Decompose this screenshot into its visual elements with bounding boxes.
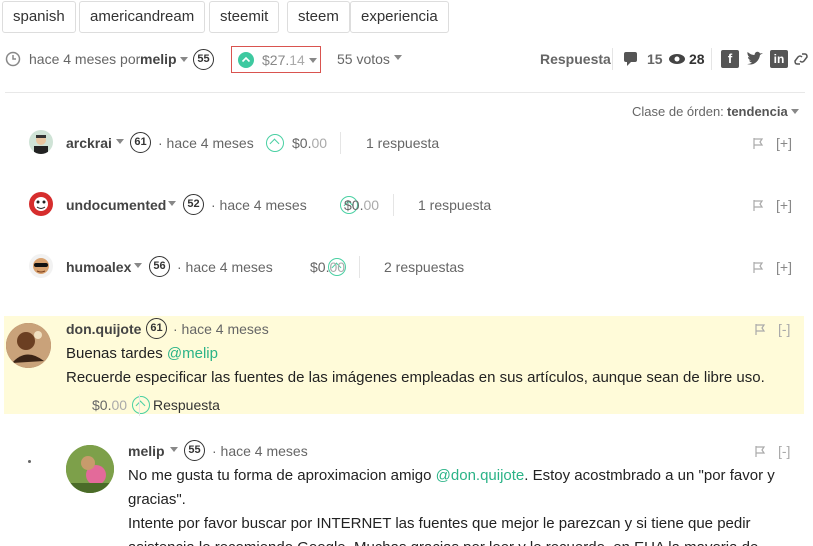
flag-icon[interactable] — [752, 199, 764, 211]
meta-divider-2 — [711, 48, 712, 70]
post-votes[interactable]: 55 votos — [337, 51, 390, 67]
comment-payout: $0.00 — [292, 135, 328, 151]
comment-divider — [359, 256, 360, 278]
votes-dropdown-icon[interactable] — [394, 55, 402, 60]
payout-dropdown-icon[interactable] — [309, 58, 317, 63]
comment-author-reputation: 52 — [183, 194, 204, 215]
comment-author-link[interactable]: melip — [128, 443, 165, 459]
sort-dropdown[interactable]: tendencia — [727, 104, 788, 119]
comment-time: · hace 4 meses — [177, 259, 273, 275]
post-author-link[interactable]: melip — [140, 51, 177, 67]
avatar[interactable] — [6, 323, 51, 368]
post-payout: $27.14 — [262, 52, 305, 68]
comment-time: · hace 4 meses — [158, 135, 254, 151]
collapse-comment-button[interactable]: [-] — [778, 321, 790, 337]
flag-icon[interactable] — [754, 323, 766, 335]
comment-payout: $0.00 — [310, 259, 346, 275]
comment-time: · hace 4 meses — [173, 321, 269, 337]
mention-link[interactable]: @melip — [167, 345, 218, 362]
comment-payout: $0.00 — [344, 197, 380, 213]
facebook-icon[interactable]: f — [721, 50, 739, 68]
expand-comment-button[interactable]: [+] — [776, 197, 792, 213]
sort-label: Clase de órden: — [632, 104, 724, 119]
linkedin-icon[interactable]: in — [770, 50, 788, 68]
reply-button[interactable]: Respuesta — [153, 397, 220, 413]
twitter-icon[interactable] — [745, 50, 765, 68]
comment-replies-link[interactable]: 2 respuestas — [384, 259, 464, 275]
view-count: 28 — [689, 51, 705, 67]
comment-author-reputation: 56 — [149, 256, 170, 277]
upvote-filled-icon[interactable] — [238, 52, 254, 68]
mention-link[interactable]: @don.quijote — [436, 467, 525, 484]
comment-body: No me gusta tu forma de aproximacion ami… — [128, 467, 775, 546]
comment-author-link[interactable]: undocumented — [66, 197, 166, 213]
comment-divider — [393, 194, 394, 216]
tag-steemit[interactable]: steemit — [209, 1, 280, 33]
post-author-reputation: 55 — [193, 49, 214, 70]
comment-count: 15 — [647, 51, 663, 67]
comment-divider — [340, 132, 341, 154]
comment-time: · hace 4 meses — [211, 197, 307, 213]
comment-time: · hace 4 meses — [212, 443, 308, 459]
link-icon[interactable] — [794, 51, 808, 67]
comment-replies-link[interactable]: 1 respuesta — [366, 135, 439, 151]
expand-comment-button[interactable]: [+] — [776, 135, 792, 151]
tag-spanish[interactable]: spanish — [2, 1, 76, 33]
upvote-icon[interactable] — [131, 396, 150, 415]
eye-icon — [669, 54, 685, 64]
collapse-comment-button[interactable]: [-] — [778, 443, 790, 459]
author-dropdown-icon[interactable] — [180, 57, 188, 62]
author-dropdown-icon[interactable] — [116, 139, 124, 144]
comment-author-reputation: 61 — [130, 132, 151, 153]
flag-icon[interactable] — [752, 137, 764, 149]
comment-body: Buenas tardes @melip Recuerde especifica… — [66, 345, 765, 386]
tag-steem[interactable]: steem — [287, 1, 350, 33]
comment-author-link[interactable]: arckrai — [66, 135, 112, 151]
clock-icon — [5, 51, 21, 67]
comment-author-link[interactable]: don.quijote — [66, 321, 141, 337]
upvote-icon[interactable] — [266, 134, 284, 153]
flag-icon[interactable] — [752, 261, 764, 273]
comment-replies-link[interactable]: 1 respuesta — [418, 197, 491, 213]
comment-author-link[interactable]: humoalex — [66, 259, 131, 275]
avatar[interactable] — [29, 192, 53, 216]
author-dropdown-icon[interactable] — [168, 201, 176, 206]
post-reply-button[interactable]: Respuesta — [540, 51, 611, 67]
thread-dot — [28, 460, 31, 463]
comment-author-reputation: 61 — [146, 318, 167, 339]
avatar[interactable] — [29, 130, 53, 154]
author-dropdown-icon[interactable] — [134, 263, 142, 268]
post-time: hace 4 meses por — [29, 51, 141, 67]
section-divider — [5, 92, 805, 93]
flag-icon[interactable] — [754, 445, 766, 457]
comments-icon[interactable] — [623, 51, 641, 67]
tag-experiencia[interactable]: experiencia — [350, 1, 449, 33]
author-dropdown-icon[interactable] — [170, 447, 178, 452]
avatar[interactable] — [29, 254, 53, 278]
post-payout-box[interactable]: $27.14 — [231, 46, 321, 73]
avatar[interactable] — [66, 445, 114, 493]
comment-author-reputation: 55 — [184, 440, 205, 461]
meta-divider — [612, 48, 613, 70]
tag-americandream[interactable]: americandream — [79, 1, 206, 33]
comment-payout: $0.00 — [92, 397, 128, 413]
expand-comment-button[interactable]: [+] — [776, 259, 792, 275]
sort-caret-icon[interactable] — [791, 109, 799, 114]
comment-divider — [139, 394, 140, 416]
